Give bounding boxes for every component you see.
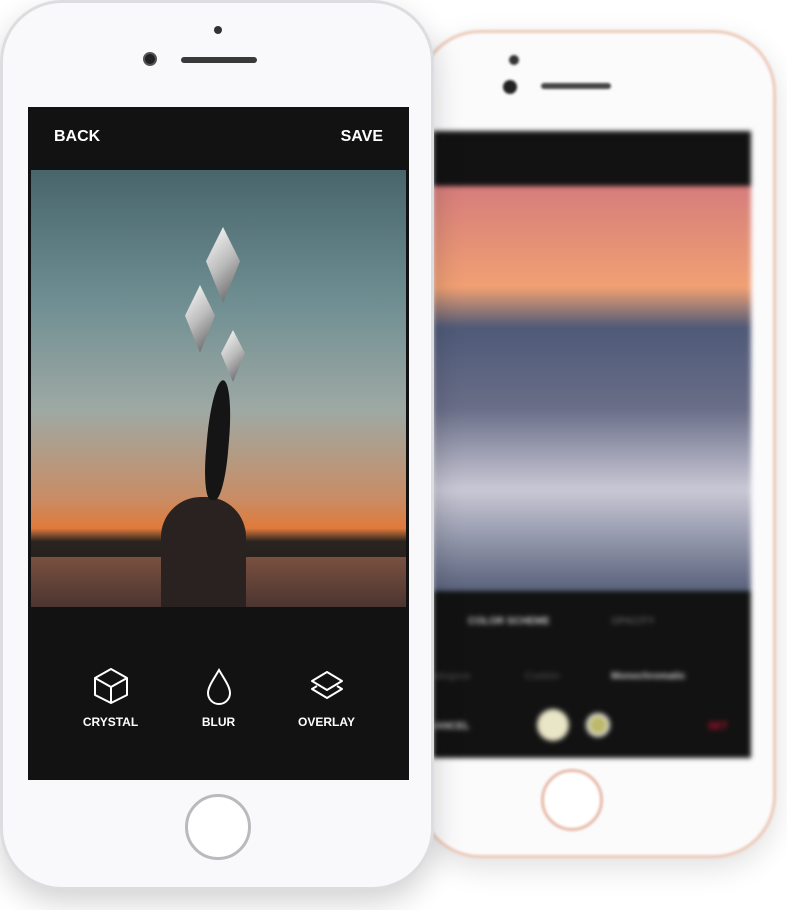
- camera: [503, 80, 517, 94]
- set-button[interactable]: SET: [708, 721, 727, 732]
- back-screen: COLOR SCHEME OPACITY Analogous Custom Mo…: [433, 131, 751, 758]
- city-photo: [433, 186, 751, 591]
- layers-icon: [310, 671, 343, 699]
- tool-label: CRYSTAL: [82, 715, 139, 729]
- home-button[interactable]: [185, 794, 251, 860]
- tool-label: BLUR: [201, 715, 236, 729]
- speaker: [181, 57, 257, 63]
- scheme-monochromatic[interactable]: Monochromatic: [611, 671, 685, 682]
- tool-label: OVERLAY: [298, 715, 355, 729]
- front-phone: BACK SAVE CRYSTAL BLUR OVERLAY: [0, 0, 434, 890]
- edited-photo: [31, 170, 406, 607]
- crystal-shape[interactable]: [206, 227, 240, 303]
- crystal-shape[interactable]: [185, 285, 215, 353]
- home-button[interactable]: [541, 769, 603, 831]
- color-swatch[interactable]: [586, 713, 610, 737]
- tool-crystal[interactable]: CRYSTAL: [81, 667, 141, 729]
- scheme-custom[interactable]: Custom: [525, 671, 559, 682]
- back-phone: COLOR SCHEME OPACITY Analogous Custom Mo…: [418, 30, 776, 858]
- feather: [201, 379, 235, 501]
- tool-overlay[interactable]: OVERLAY: [297, 667, 357, 729]
- tab-color-scheme[interactable]: COLOR SCHEME: [468, 616, 550, 627]
- color-swatch[interactable]: [537, 709, 569, 741]
- front-screen: BACK SAVE CRYSTAL BLUR OVERLAY: [28, 107, 409, 780]
- save-button[interactable]: SAVE: [341, 128, 383, 146]
- header: BACK SAVE: [28, 107, 409, 167]
- cancel-button[interactable]: CANCEL: [433, 721, 470, 732]
- sensor: [214, 26, 222, 34]
- tool-bar: CRYSTAL BLUR OVERLAY: [28, 667, 409, 729]
- drop-icon: [206, 668, 231, 705]
- camera: [143, 52, 157, 66]
- scheme-analogous[interactable]: Analogous: [433, 671, 470, 682]
- speaker: [541, 83, 611, 89]
- crystal-shape[interactable]: [221, 330, 245, 382]
- tool-blur[interactable]: BLUR: [189, 667, 249, 729]
- back-button[interactable]: BACK: [54, 128, 100, 146]
- cube-icon: [93, 668, 128, 704]
- tab-opacity[interactable]: OPACITY: [611, 616, 655, 627]
- hand: [161, 497, 246, 607]
